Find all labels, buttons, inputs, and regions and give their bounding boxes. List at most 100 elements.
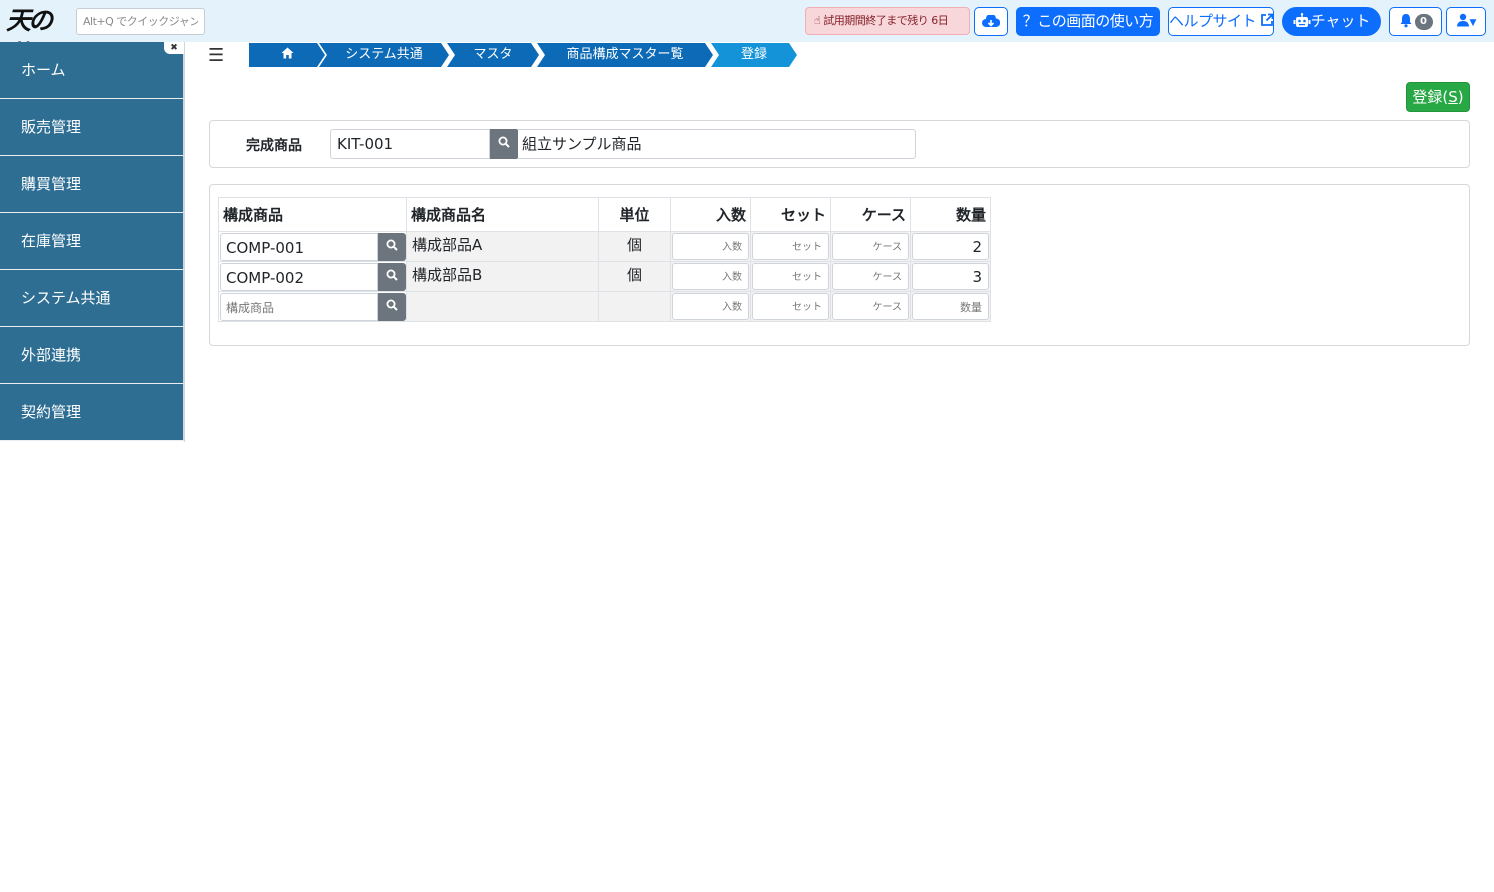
sidebar-item-system-common[interactable]: システム共通	[0, 270, 184, 327]
component-code-input[interactable]: 構成商品	[220, 293, 378, 321]
component-unit	[598, 291, 671, 322]
notification-button[interactable]: 0	[1389, 7, 1442, 36]
component-unit: 個	[598, 231, 671, 262]
quick-jump-input[interactable]	[76, 8, 205, 35]
sidebar-item-external[interactable]: 外部連携	[0, 327, 184, 384]
help-label: ヘルプサイト	[1169, 12, 1257, 30]
set-input[interactable]: セット	[752, 263, 829, 290]
sidebar-item-home[interactable]: ホーム	[0, 42, 184, 99]
table-row: COMP-001 構成部品A 個 入数 セット ケース 2	[218, 231, 991, 262]
components-table: 構成商品 構成商品名 単位 入数 セット ケース 数量 COMP-001 構成部…	[218, 197, 991, 322]
trial-badge: ☝ 試用期間終了まで残り 6日	[805, 7, 970, 35]
breadcrumb-product-structure-list[interactable]: 商品構成マスター覧	[537, 43, 713, 67]
case-cell: ケース	[830, 291, 911, 322]
finished-product-panel: 完成商品 KIT-001 組立サンプル商品	[209, 120, 1470, 168]
irisu-cell: 入数	[670, 231, 751, 262]
col-header-code: 構成商品	[218, 197, 407, 232]
col-header-name: 構成商品名	[406, 197, 599, 232]
finished-product-search-button[interactable]	[490, 129, 518, 159]
bell-icon	[1400, 14, 1411, 28]
component-code-input[interactable]: COMP-001	[220, 233, 378, 261]
set-cell: セット	[750, 261, 831, 292]
external-link-icon	[1261, 13, 1274, 26]
home-icon	[281, 47, 294, 59]
search-icon	[386, 269, 398, 281]
qty-input[interactable]: 3	[912, 263, 989, 290]
robot-icon	[1293, 13, 1311, 27]
irisu-cell: 入数	[670, 261, 751, 292]
components-panel: 構成商品 構成商品名 単位 入数 セット ケース 数量 COMP-001 構成部…	[209, 184, 1470, 346]
component-search-button[interactable]	[378, 293, 406, 321]
menu-toggle-icon[interactable]: ☰	[208, 46, 228, 66]
search-icon	[386, 239, 398, 251]
component-name: 構成部品B	[406, 261, 599, 292]
table-row-new: 構成商品 入数 セット ケース 数量	[218, 291, 991, 322]
breadcrumb-system-common[interactable]: システム共通	[319, 43, 449, 67]
case-cell: ケース	[830, 261, 911, 292]
howto-button[interactable]: ？この画面の使い方	[1016, 7, 1160, 36]
irisu-input[interactable]: 入数	[672, 293, 749, 320]
sidebar: ホーム 販売管理 購買管理 在庫管理 システム共通 外部連携 契約管理 ✖	[0, 42, 185, 442]
col-header-qty: 数量	[910, 197, 991, 232]
col-header-unit: 単位	[598, 197, 671, 232]
trial-text: 試用期間終了まで残り 6日	[823, 14, 949, 27]
qty-cell: 数量	[910, 291, 991, 322]
pin-icon[interactable]: ✖	[164, 42, 184, 54]
component-name	[406, 291, 599, 322]
irisu-cell: 入数	[670, 291, 751, 322]
col-header-case: ケース	[830, 197, 911, 232]
top-header: 天の蔵 ☝ 試用期間終了まで残り 6日 ？この画面の使い方 ヘルプサイト チャッ…	[0, 0, 1494, 69]
sidebar-item-contract[interactable]: 契約管理	[0, 384, 184, 441]
question-icon: ？	[1022, 12, 1038, 30]
qty-cell: 3	[910, 261, 991, 292]
irisu-input[interactable]: 入数	[672, 263, 749, 290]
cloud-download-icon	[982, 13, 1001, 27]
component-search-button[interactable]	[378, 233, 406, 261]
sidebar-item-sales[interactable]: 販売管理	[0, 99, 184, 156]
chat-label: チャット	[1310, 12, 1371, 30]
col-header-irisu: 入数	[670, 197, 751, 232]
irisu-input[interactable]: 入数	[672, 233, 749, 260]
user-menu-button[interactable]: ▼	[1446, 7, 1486, 36]
breadcrumb-home[interactable]	[249, 43, 325, 67]
qty-input[interactable]: 2	[912, 233, 989, 260]
user-icon	[1456, 13, 1469, 27]
set-input[interactable]: セット	[752, 293, 829, 320]
notification-count: 0	[1414, 13, 1433, 30]
finished-product-name-field: 組立サンプル商品	[517, 129, 916, 159]
set-cell: セット	[750, 291, 831, 322]
howto-label: この画面の使い方	[1037, 12, 1154, 30]
search-icon	[386, 299, 398, 311]
download-button[interactable]	[974, 7, 1008, 36]
case-input[interactable]: ケース	[832, 233, 909, 260]
app-logo[interactable]: 天の蔵	[6, 4, 70, 69]
breadcrumb-register: 登録	[711, 43, 797, 67]
component-name: 構成部品A	[406, 231, 599, 262]
sidebar-item-inventory[interactable]: 在庫管理	[0, 213, 184, 270]
sidebar-item-purchasing[interactable]: 購買管理	[0, 156, 184, 213]
case-input[interactable]: ケース	[832, 293, 909, 320]
table-row: COMP-002 構成部品B 個 入数 セット ケース 3	[218, 261, 991, 292]
register-button[interactable]: 登録(S)	[1406, 82, 1470, 112]
table-header-row: 構成商品 構成商品名 単位 入数 セット ケース 数量	[218, 197, 991, 232]
component-search-button[interactable]	[378, 263, 406, 291]
component-unit: 個	[598, 261, 671, 292]
case-cell: ケース	[830, 231, 911, 262]
finished-product-code-input[interactable]: KIT-001	[330, 129, 490, 159]
set-input[interactable]: セット	[752, 233, 829, 260]
help-site-button[interactable]: ヘルプサイト	[1168, 7, 1274, 36]
finished-product-label: 完成商品	[246, 138, 302, 154]
qty-input[interactable]: 数量	[912, 293, 989, 320]
breadcrumb-master[interactable]: マスタ	[447, 43, 539, 67]
row-code-cell: COMP-001	[218, 231, 407, 262]
case-input[interactable]: ケース	[832, 263, 909, 290]
col-header-set: セット	[750, 197, 831, 232]
chat-button[interactable]: チャット	[1282, 7, 1381, 36]
qty-cell: 2	[910, 231, 991, 262]
row-code-cell: COMP-002	[218, 261, 407, 292]
set-cell: セット	[750, 231, 831, 262]
hand-pointer-icon: ☝	[814, 14, 821, 27]
row-code-cell: 構成商品	[218, 291, 407, 322]
component-code-input[interactable]: COMP-002	[220, 263, 378, 291]
caret-down-icon: ▼	[1469, 18, 1477, 28]
